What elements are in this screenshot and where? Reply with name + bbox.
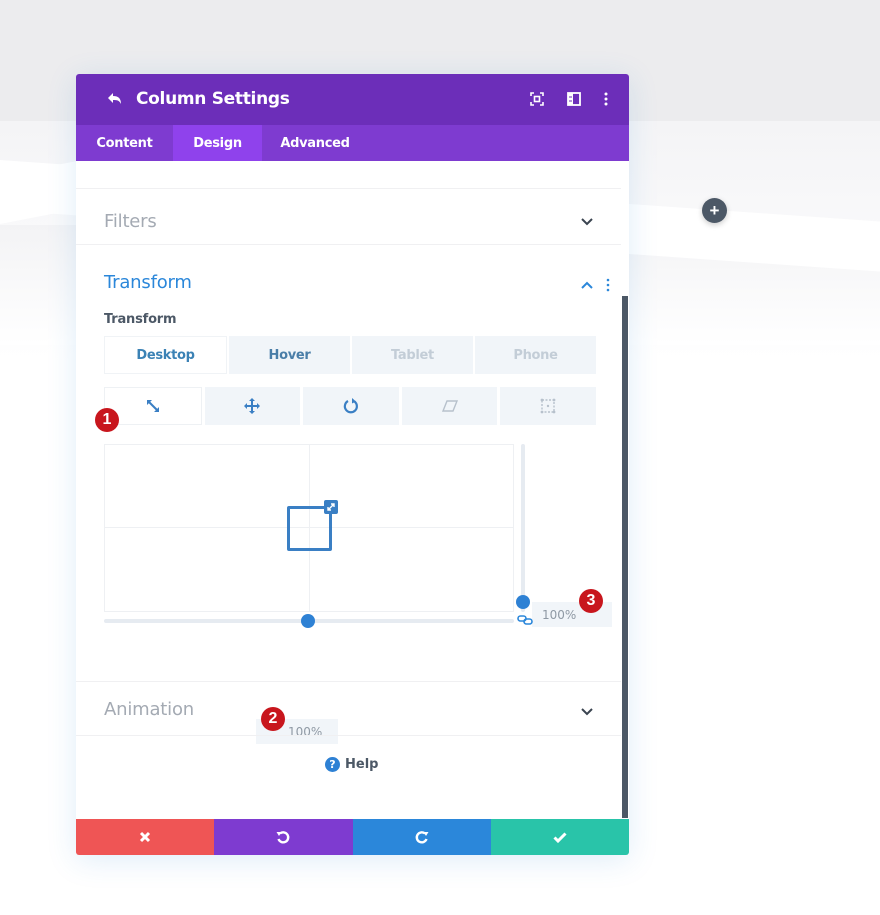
- settings-body: Box Shadow Filters Transform Transform D…: [76, 161, 629, 819]
- modal-footer: [76, 819, 629, 855]
- tool-tab-origin[interactable]: [500, 387, 596, 425]
- device-tab-desktop[interactable]: Desktop: [104, 336, 227, 374]
- translate-icon: [244, 398, 261, 414]
- device-tab-phone[interactable]: Phone: [475, 336, 596, 374]
- undo-button[interactable]: [214, 819, 353, 855]
- undo-icon: [276, 831, 290, 844]
- device-tab-tablet[interactable]: Tablet: [352, 336, 473, 374]
- help-link[interactable]: ? Help: [325, 757, 378, 772]
- plus-icon: +: [709, 201, 720, 220]
- help-icon: ?: [325, 757, 340, 772]
- more-options-icon[interactable]: [598, 91, 614, 107]
- link-icon[interactable]: [517, 614, 533, 626]
- scale-y-slider-track[interactable]: [521, 444, 525, 612]
- close-icon: [140, 831, 151, 843]
- tool-tab-translate[interactable]: [204, 387, 301, 425]
- toggle-box-shadow[interactable]: Box Shadow: [76, 161, 621, 189]
- toggle-transform-title[interactable]: Transform: [104, 272, 192, 293]
- device-tab-hover[interactable]: Hover: [229, 336, 350, 374]
- scale-y-slider-handle[interactable]: [516, 595, 530, 609]
- column-settings-modal: Column Settings Content Design Advanced …: [76, 74, 629, 855]
- scale-icon: [146, 400, 159, 412]
- tab-design[interactable]: Design: [173, 125, 262, 161]
- scrollbar[interactable]: [622, 296, 628, 818]
- section-options-icon[interactable]: [604, 278, 612, 292]
- rotate-icon: [343, 398, 358, 414]
- toggle-title: Filters: [104, 211, 157, 232]
- modal-title: Column Settings: [136, 89, 290, 109]
- skew-icon: [441, 400, 458, 412]
- toggle-filters[interactable]: Filters: [76, 190, 621, 245]
- chevron-down-icon: [581, 218, 593, 226]
- toggle-title: Animation: [104, 699, 194, 720]
- check-icon: [553, 832, 567, 844]
- add-row-button[interactable]: +: [702, 198, 727, 223]
- redo-icon: [415, 831, 429, 844]
- discard-button[interactable]: [76, 819, 215, 855]
- device-tabs: Desktop Hover Tablet Phone: [104, 336, 596, 374]
- expand-modal-icon[interactable]: [529, 91, 545, 107]
- scale-preview-canvas: [104, 444, 514, 612]
- transform-tool-tabs: [104, 387, 596, 425]
- settings-tabs: Content Design Advanced: [76, 125, 629, 161]
- redo-button[interactable]: [352, 819, 491, 855]
- help-label: Help: [345, 757, 379, 772]
- modal-header: Column Settings: [76, 74, 629, 125]
- annotation-badge-3: 3: [579, 589, 603, 613]
- tool-tab-skew[interactable]: [401, 387, 498, 425]
- split-view-icon[interactable]: [566, 91, 582, 107]
- tab-advanced[interactable]: Advanced: [262, 125, 368, 161]
- chevron-up-icon[interactable]: [581, 281, 593, 289]
- transform-field-label: Transform: [104, 312, 177, 327]
- tool-tab-rotate[interactable]: [303, 387, 399, 425]
- origin-icon: [540, 398, 556, 414]
- toggle-animation[interactable]: Animation: [76, 681, 621, 736]
- save-button[interactable]: [490, 819, 629, 855]
- back-icon[interactable]: [104, 89, 124, 109]
- scale-handle-icon[interactable]: [324, 500, 338, 514]
- tab-content[interactable]: Content: [76, 125, 173, 161]
- scale-x-slider-handle[interactable]: [301, 614, 315, 628]
- annotation-badge-1: 1: [95, 408, 119, 432]
- chevron-down-icon: [581, 708, 593, 716]
